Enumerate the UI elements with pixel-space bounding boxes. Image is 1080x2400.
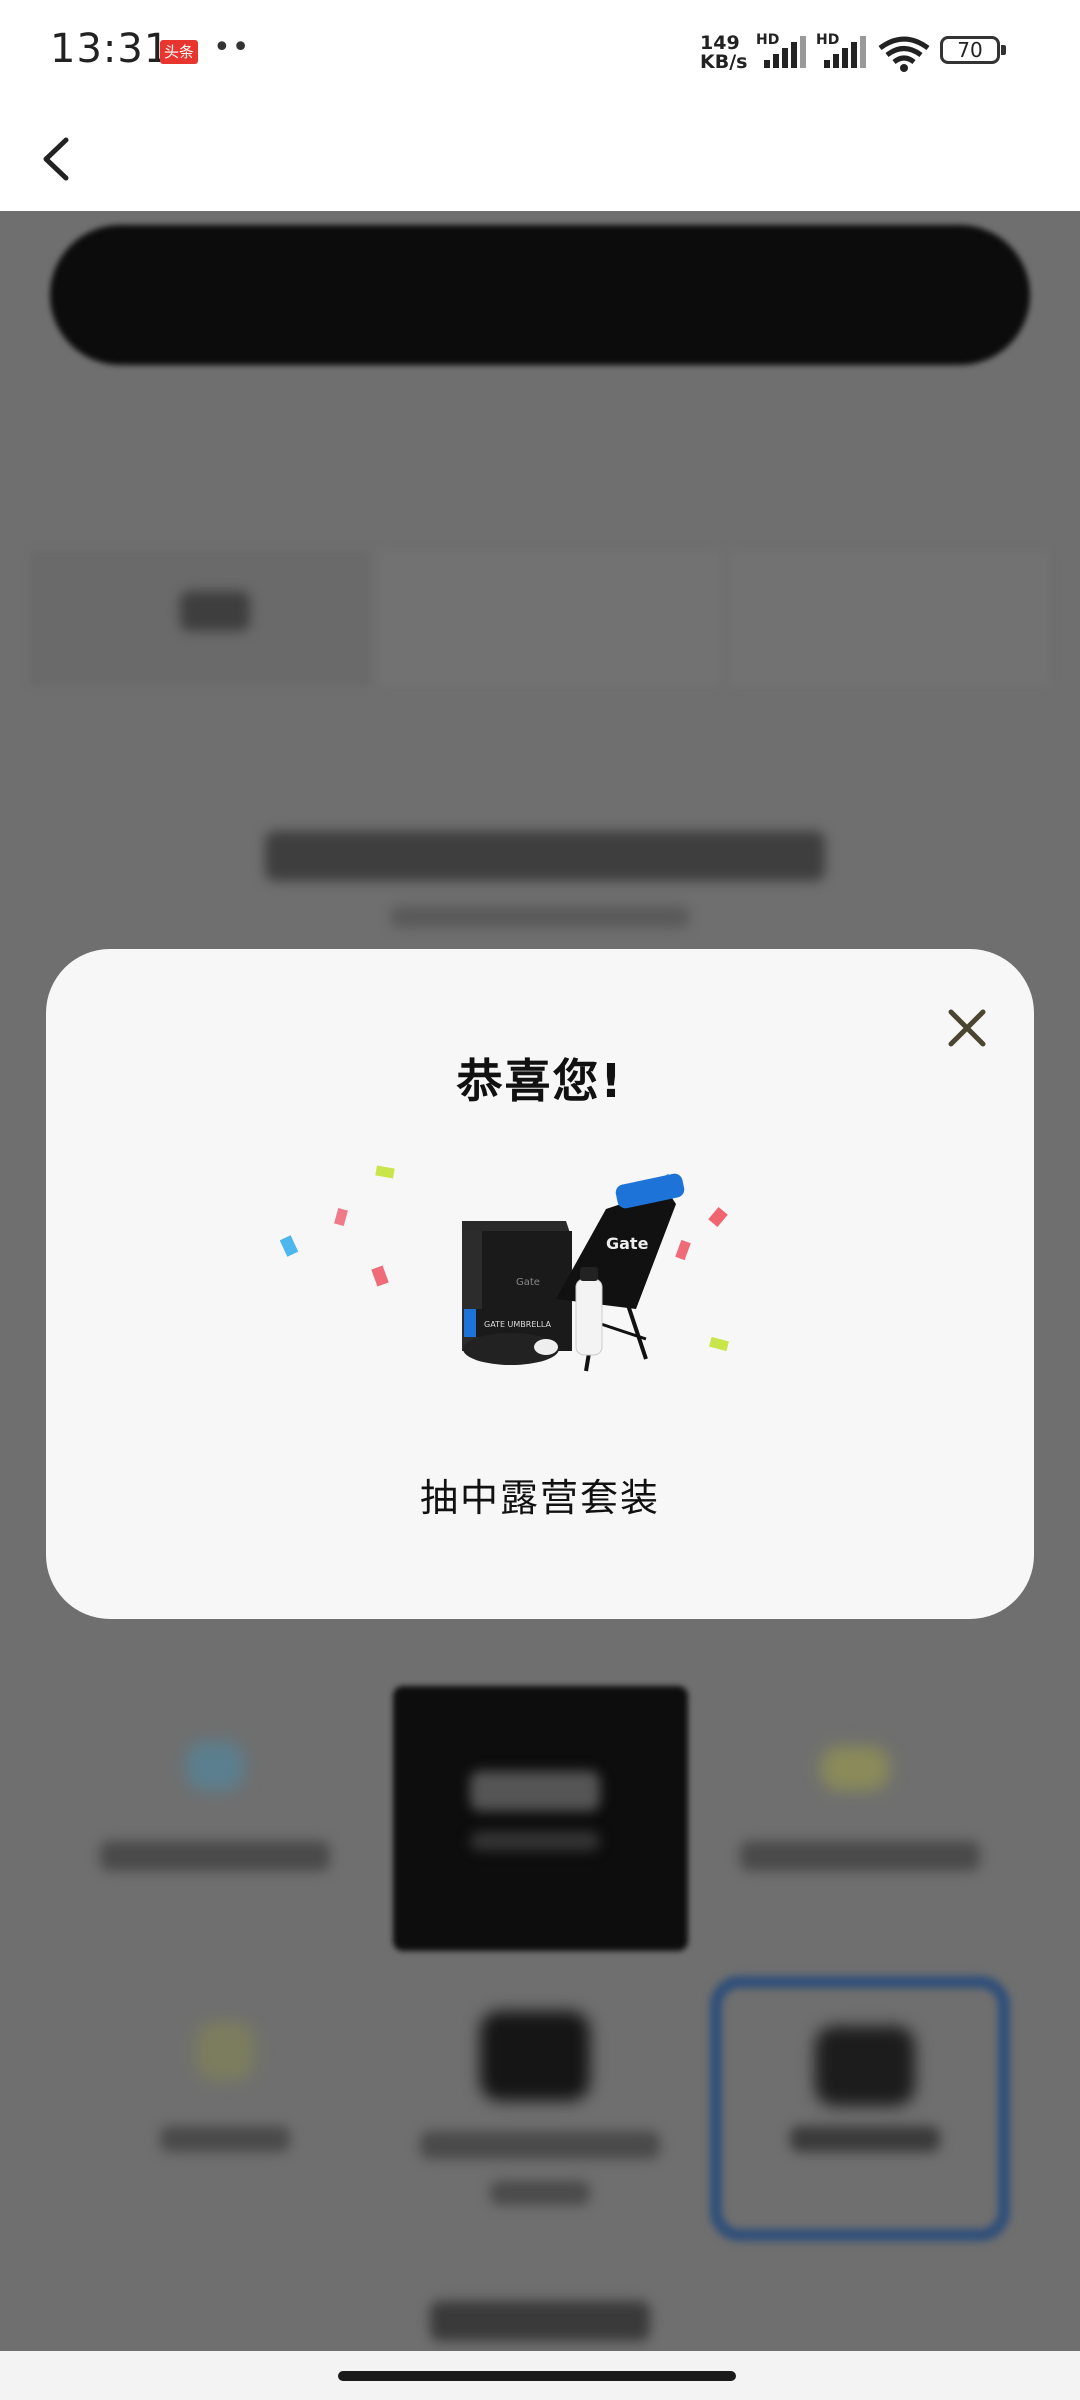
- confetti-icon: [279, 1235, 299, 1257]
- hd-label: HD: [816, 32, 840, 48]
- dialog-title: 恭喜您!: [456, 1054, 624, 1108]
- status-time: 13:31: [50, 26, 171, 72]
- svg-text:GATE UMBRELLA: GATE UMBRELLA: [484, 1320, 551, 1329]
- network-speed-unit: KB/s: [700, 51, 748, 73]
- prize-dialog: 恭喜您! Gate Gate GATE UMBRELLA 抽中露营套装: [46, 949, 1034, 1619]
- background-action-button: [50, 225, 1030, 365]
- network-speed: 149 KB/s: [700, 34, 747, 72]
- cell-signal-icon: HD: [816, 32, 868, 70]
- wifi-icon: [878, 36, 930, 72]
- confetti-icon: [371, 1265, 389, 1287]
- svg-text:Gate: Gate: [606, 1234, 649, 1253]
- chevron-left-icon: [43, 137, 69, 181]
- back-button[interactable]: [30, 123, 90, 193]
- more-notifications-icon: ••: [213, 30, 251, 65]
- svg-text:Gate: Gate: [516, 1277, 540, 1288]
- confetti-icon: [334, 1207, 348, 1227]
- camping-set-image: Gate Gate GATE UMBRELLA: [279, 1165, 729, 1372]
- hd-label: HD: [756, 32, 780, 48]
- confetti-icon: [675, 1239, 691, 1261]
- gesture-bar: [0, 2351, 1080, 2400]
- battery-icon: 70: [940, 36, 1006, 64]
- background-selected-card: [710, 1976, 1010, 2241]
- confetti-icon: [708, 1207, 728, 1227]
- background-card: [393, 1686, 688, 1951]
- prize-label: 抽中露营套装: [419, 1476, 660, 1520]
- home-indicator[interactable]: [338, 2371, 736, 2381]
- cell-signal-icon: HD: [756, 32, 808, 70]
- toutiao-notification-icon: 头条: [160, 40, 198, 64]
- status-bar: 13:31 头条 •• 149 KB/s HD HD 70: [0, 0, 1080, 105]
- nav-bar: [0, 105, 1080, 211]
- confetti-icon: [709, 1336, 729, 1352]
- confetti-icon: [375, 1165, 395, 1179]
